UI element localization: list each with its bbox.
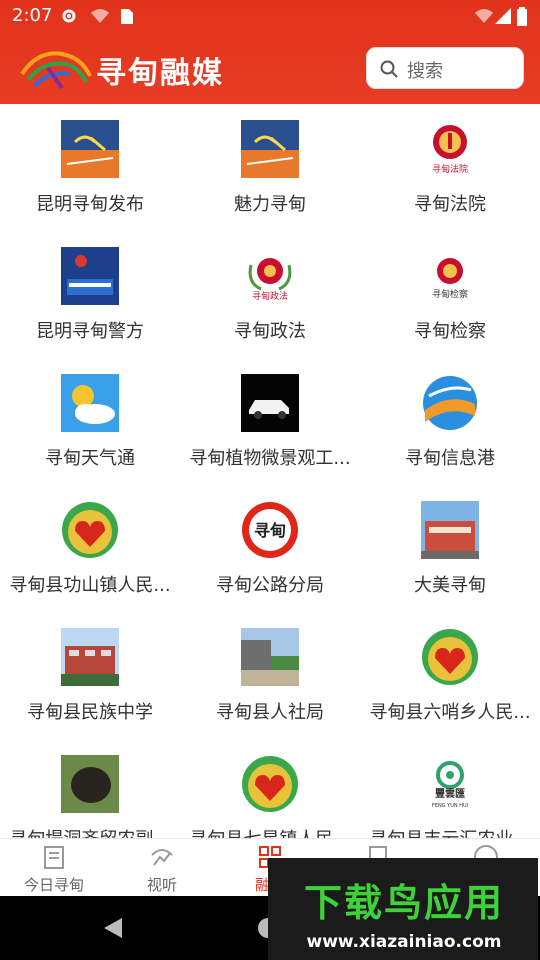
handshake-heart-emblem-icon [421, 628, 479, 686]
grid-item-label: 寻甸植物微景观工... [189, 448, 351, 469]
watermark-overlay: 下载鸟应用 www.xiazainiao.com [268, 858, 538, 960]
school-photo-thumb [61, 628, 119, 686]
app-title: 寻甸融媒 [96, 56, 224, 91]
grid-item[interactable]: 魅力寻甸 [180, 104, 360, 231]
grid-item[interactable]: 寻甸县民族中学 [0, 612, 180, 739]
car-photo-thumb [241, 374, 299, 432]
watermark-url: www.xiazainiao.com [306, 932, 502, 952]
xundian-banner-thumb [61, 120, 119, 178]
grid-item[interactable]: 寻甸堤洞齐留农副... [0, 739, 180, 838]
grid-item[interactable]: 昆明寻甸警方 [0, 231, 180, 358]
grid-item-label: 寻甸县六哨乡人民... [369, 702, 531, 723]
app-header-area: 2:07 寻甸融媒 搜索 [0, 0, 540, 104]
nav-label: 今日寻甸 [23, 876, 84, 894]
svg-text:FENG YUN HUI: FENG YUN HUI [432, 803, 468, 809]
svg-text:寻甸: 寻甸 [254, 521, 286, 540]
police-thumb [61, 247, 119, 305]
politics-law-emblem-icon: 寻甸政法 [241, 247, 299, 305]
grid-item[interactable]: 寻甸县七星镇人民... [180, 739, 360, 838]
nav-label: 视听 [146, 876, 177, 894]
sim-card-icon [121, 9, 133, 24]
battery-icon [517, 7, 527, 26]
back-triangle-icon[interactable] [102, 916, 124, 940]
grid-item-label: 寻甸公路分局 [216, 575, 324, 596]
grid-item-label: 寻甸县民族中学 [27, 702, 153, 723]
grid-item[interactable]: 寻甸植物微景观工... [180, 358, 360, 485]
search-placeholder: 搜索 [407, 61, 443, 82]
broadcast-icon [151, 849, 173, 866]
grid-item[interactable]: 寻甸县人社局 [180, 612, 360, 739]
cell-signal-icon [495, 8, 511, 24]
grid-item[interactable]: 寻甸法院 寻甸法院 [360, 104, 540, 231]
highway-bureau-icon: 寻甸 [241, 501, 299, 559]
svg-text:寻甸检察: 寻甸检察 [432, 288, 468, 300]
app-bar: 寻甸融媒 搜索 [0, 32, 540, 104]
grid-item-label: 寻甸天气通 [45, 448, 135, 469]
wifi-off-icon [91, 9, 109, 23]
handshake-heart-emblem-icon [241, 755, 299, 813]
fengyunhui-logo-icon: 豐雲匯 FENG YUN HUI [421, 755, 479, 813]
svg-text:寻甸法院: 寻甸法院 [432, 163, 468, 175]
status-time: 2:07 [12, 5, 53, 26]
info-port-globe-icon [421, 374, 479, 432]
grid-item-label: 寻甸堤洞齐留农副... [0, 825, 180, 838]
grid-item-label: 昆明寻甸发布 [36, 194, 144, 215]
grid-item-label: 魅力寻甸 [234, 194, 306, 215]
grid-item[interactable]: 大美寻甸 [360, 485, 540, 612]
grid-item[interactable]: 豐雲匯 FENG YUN HUI 寻甸县丰云汇农业... [360, 739, 540, 838]
street-photo-thumb [241, 628, 299, 686]
grid-item[interactable]: 寻甸天气通 [0, 358, 180, 485]
grid-item-label: 寻甸政法 [234, 321, 306, 342]
grid-item-label: 寻甸法院 [414, 194, 486, 215]
status-bar: 2:07 [0, 0, 540, 32]
search-icon [380, 60, 398, 78]
grid-item[interactable]: 寻甸县六哨乡人民... [360, 612, 540, 739]
grid-item[interactable]: 寻甸信息港 [360, 358, 540, 485]
settings-gear-icon [62, 9, 76, 23]
court-emblem-icon: 寻甸法院 [421, 120, 479, 178]
grid-item-label: 寻甸县七星镇人民... [180, 825, 360, 838]
grid-item-label: 寻甸信息港 [405, 448, 495, 469]
nav-audiovisual[interactable]: 视听 [108, 839, 216, 897]
watermark-title: 下载鸟应用 [303, 881, 504, 925]
handshake-heart-emblem-icon [61, 501, 119, 559]
building-photo-thumb [421, 501, 479, 559]
procuratorate-emblem-icon: 寻甸检察 [421, 247, 479, 305]
grid-item[interactable]: 昆明寻甸发布 [0, 104, 180, 231]
grid-item-label: 寻甸县人社局 [216, 702, 324, 723]
brand-logo-icon [20, 51, 92, 90]
grid-item-label: 大美寻甸 [414, 575, 486, 596]
grid-item-label: 寻甸县丰云汇农业... [360, 825, 540, 838]
media-account-grid: 昆明寻甸发布 魅力寻甸 寻甸法院 寻甸法院 昆明寻甸警方 寻甸政法 寻甸政法 寻… [0, 104, 540, 838]
grid-item-label: 寻甸检察 [414, 321, 486, 342]
wifi-icon [475, 9, 493, 23]
grid-item[interactable]: 寻甸县功山镇人民... [0, 485, 180, 612]
svg-text:寻甸政法: 寻甸政法 [252, 290, 288, 302]
grid-item-label: 昆明寻甸警方 [36, 321, 144, 342]
weather-sun-cloud-icon [61, 374, 119, 432]
grid-item[interactable]: 寻甸 寻甸公路分局 [180, 485, 360, 612]
newspaper-icon [44, 846, 64, 869]
grid-item[interactable]: 寻甸检察 寻甸检察 [360, 231, 540, 358]
grid-item[interactable]: 寻甸政法 寻甸政法 [180, 231, 360, 358]
nav-today-xundian[interactable]: 今日寻甸 [0, 839, 108, 897]
grid-item-label: 寻甸县功山镇人民... [9, 575, 171, 596]
xundian-banner-thumb [241, 120, 299, 178]
search-box[interactable]: 搜索 [366, 47, 524, 89]
svg-text:豐雲匯: 豐雲匯 [435, 787, 465, 800]
truffle-photo-thumb [61, 755, 119, 813]
